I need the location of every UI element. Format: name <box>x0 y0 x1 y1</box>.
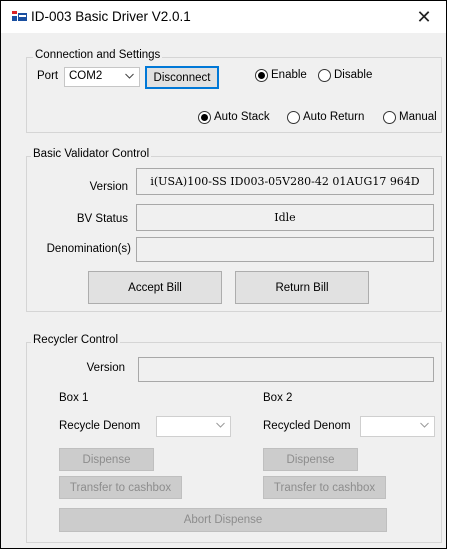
connection-settings-title: Connection and Settings <box>33 49 163 61</box>
auto-stack-radio[interactable] <box>198 111 211 124</box>
port-select[interactable]: COM2 <box>64 67 140 87</box>
chevron-down-icon <box>420 422 429 428</box>
transfer-box1-button[interactable]: Transfer to cashbox <box>59 476 182 499</box>
auto-stack-label[interactable]: Auto Stack <box>214 111 270 123</box>
chevron-down-icon <box>125 73 134 79</box>
title-bar[interactable]: ID-003 Basic Driver V2.0.1 ✕ <box>1 1 446 33</box>
disconnect-button[interactable]: Disconnect <box>145 66 219 89</box>
enable-label[interactable]: Enable <box>271 69 307 81</box>
recycler-control-title: Recycler Control <box>31 334 120 346</box>
recycle-denom-select[interactable] <box>156 416 231 437</box>
port-select-value: COM2 <box>69 70 103 82</box>
chevron-down-icon <box>216 422 225 428</box>
app-icon <box>12 11 27 22</box>
disable-label[interactable]: Disable <box>334 69 372 81</box>
bv-status-field: Idle <box>136 204 434 231</box>
recycled-denom-select[interactable] <box>360 416 435 437</box>
box1-label: Box 1 <box>59 392 89 404</box>
enable-radio[interactable] <box>255 69 268 82</box>
window-title: ID-003 Basic Driver V2.0.1 <box>31 9 191 24</box>
denomination-field <box>136 237 434 262</box>
app-window: ID-003 Basic Driver V2.0.1 ✕ Connection … <box>0 0 447 549</box>
denomination-label: Denomination(s) <box>46 243 131 255</box>
bv-status-label: BV Status <box>76 213 128 225</box>
version-label: Version <box>89 181 128 193</box>
validator-control-title: Basic Validator Control <box>31 148 152 160</box>
recycled-denom-label: Recycled Denom <box>263 420 351 432</box>
transfer-box2-button[interactable]: Transfer to cashbox <box>263 476 386 499</box>
recycler-version-label: Version <box>86 362 125 374</box>
close-icon: ✕ <box>416 6 432 27</box>
return-bill-button[interactable]: Return Bill <box>235 271 369 304</box>
dispense-box2-button[interactable]: Dispense <box>263 448 358 471</box>
manual-radio[interactable] <box>383 111 396 124</box>
box2-label: Box 2 <box>263 392 293 404</box>
accept-bill-button[interactable]: Accept Bill <box>88 271 222 304</box>
auto-return-label[interactable]: Auto Return <box>303 111 364 123</box>
manual-label[interactable]: Manual <box>399 111 437 123</box>
version-field: i(USA)100-SS ID003-05V280-42 01AUG17 964… <box>136 168 434 195</box>
dispense-box1-button[interactable]: Dispense <box>59 448 154 471</box>
auto-return-radio[interactable] <box>287 111 300 124</box>
abort-dispense-button[interactable]: Abort Dispense <box>59 508 387 532</box>
close-button[interactable]: ✕ <box>402 1 446 33</box>
recycler-version-field <box>138 357 434 382</box>
recycle-denom-label: Recycle Denom <box>59 420 141 432</box>
port-label: Port <box>37 70 59 82</box>
disable-radio[interactable] <box>318 69 331 82</box>
